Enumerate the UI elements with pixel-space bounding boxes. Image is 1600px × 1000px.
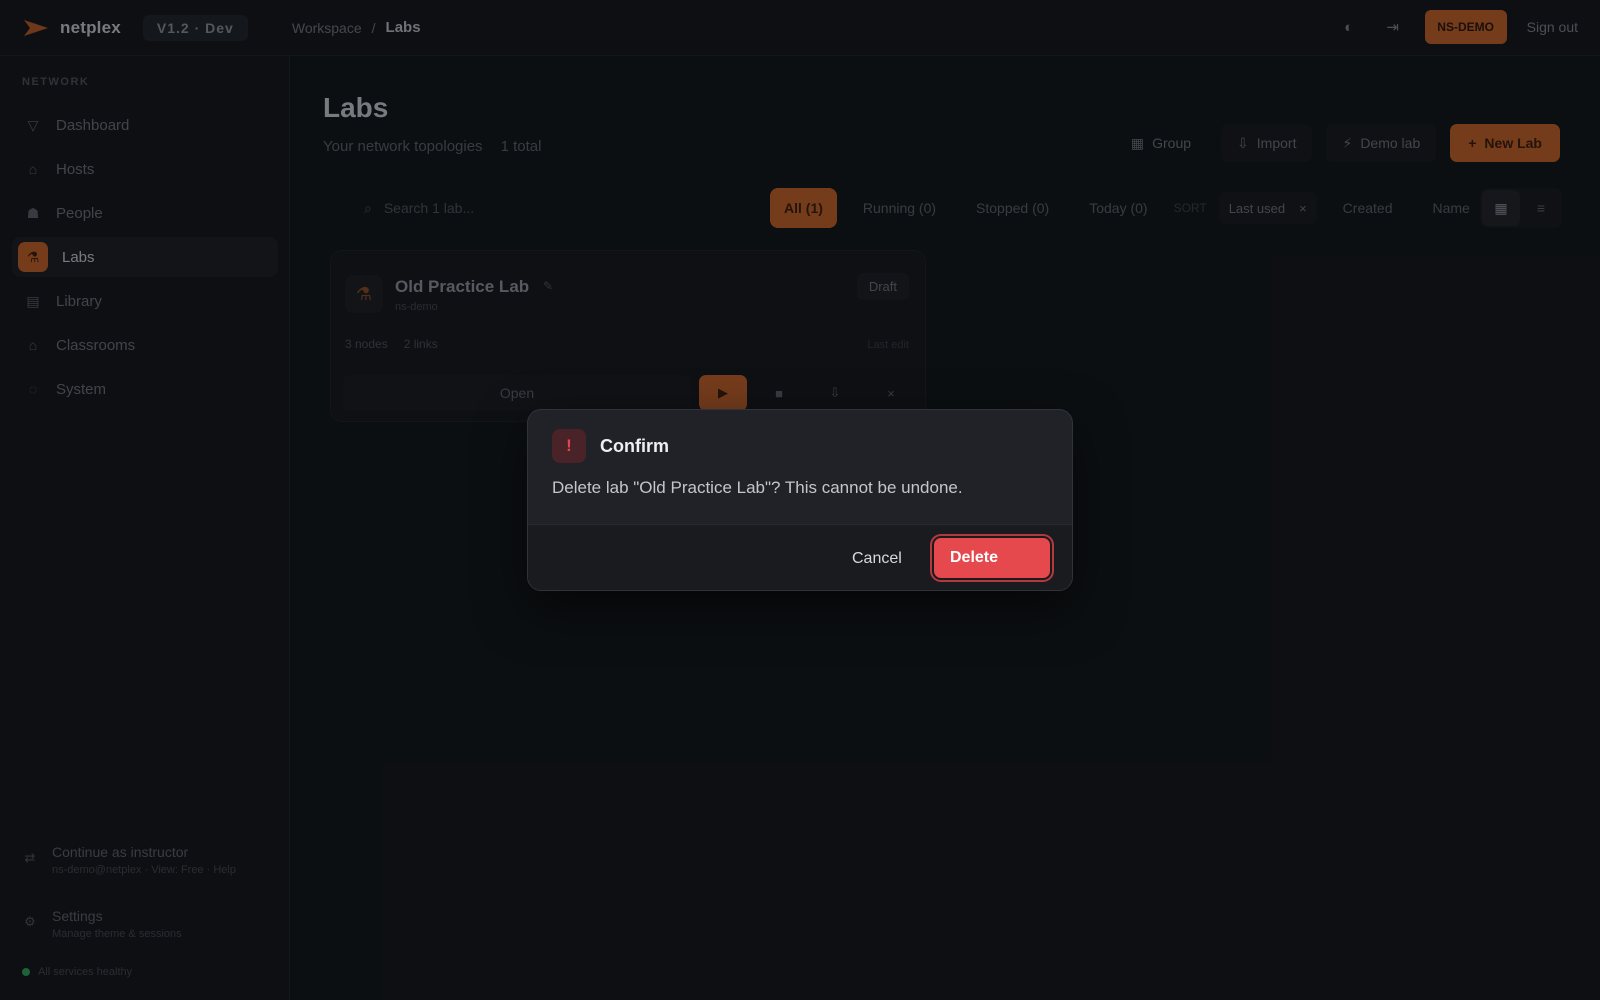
delete-button[interactable]: Delete bbox=[934, 538, 1050, 578]
dialog-title: Confirm bbox=[600, 435, 669, 456]
dialog-footer: Cancel Delete bbox=[528, 524, 1072, 590]
dialog-header: ! Confirm bbox=[552, 429, 669, 463]
app-root: netplex V1.2 · Dev Workspace / Labs ◐ ⇥ … bbox=[0, 0, 1600, 1000]
cancel-button[interactable]: Cancel bbox=[838, 541, 916, 577]
warning-icon: ! bbox=[552, 429, 586, 463]
confirm-dialog: ! Confirm Delete lab "Old Practice Lab"?… bbox=[527, 409, 1073, 591]
dialog-message: Delete lab "Old Practice Lab"? This cann… bbox=[552, 478, 963, 497]
